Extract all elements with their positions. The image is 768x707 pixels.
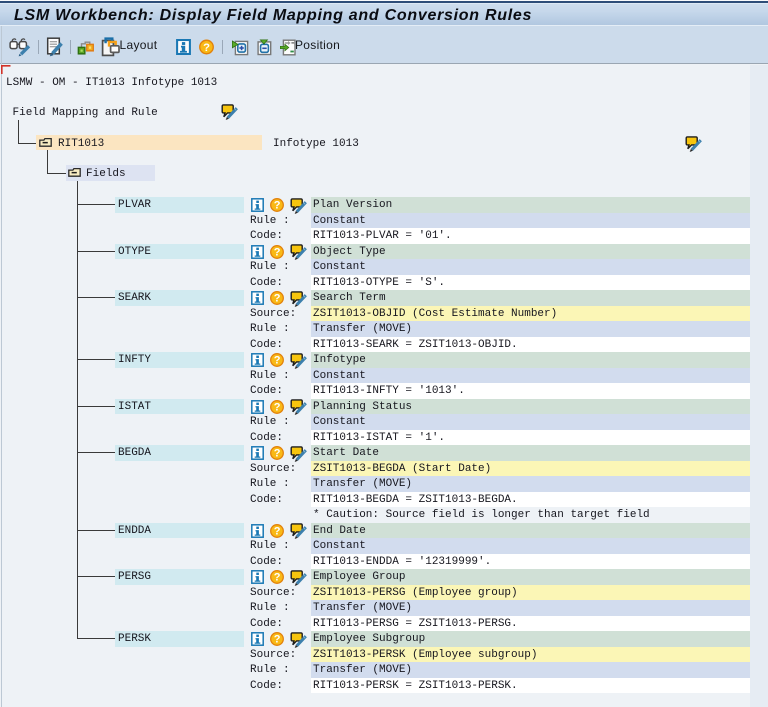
svg-text:?: ?: [203, 42, 210, 54]
svg-text:?: ?: [274, 401, 281, 413]
svg-text:?: ?: [274, 246, 281, 258]
svg-text:?: ?: [274, 200, 281, 212]
svg-text:?: ?: [274, 448, 281, 460]
svg-text:?: ?: [274, 634, 281, 646]
svg-text:?: ?: [274, 572, 281, 584]
svg-text:?: ?: [274, 525, 281, 537]
svg-text:?: ?: [274, 355, 281, 367]
svg-text:?: ?: [274, 293, 281, 305]
